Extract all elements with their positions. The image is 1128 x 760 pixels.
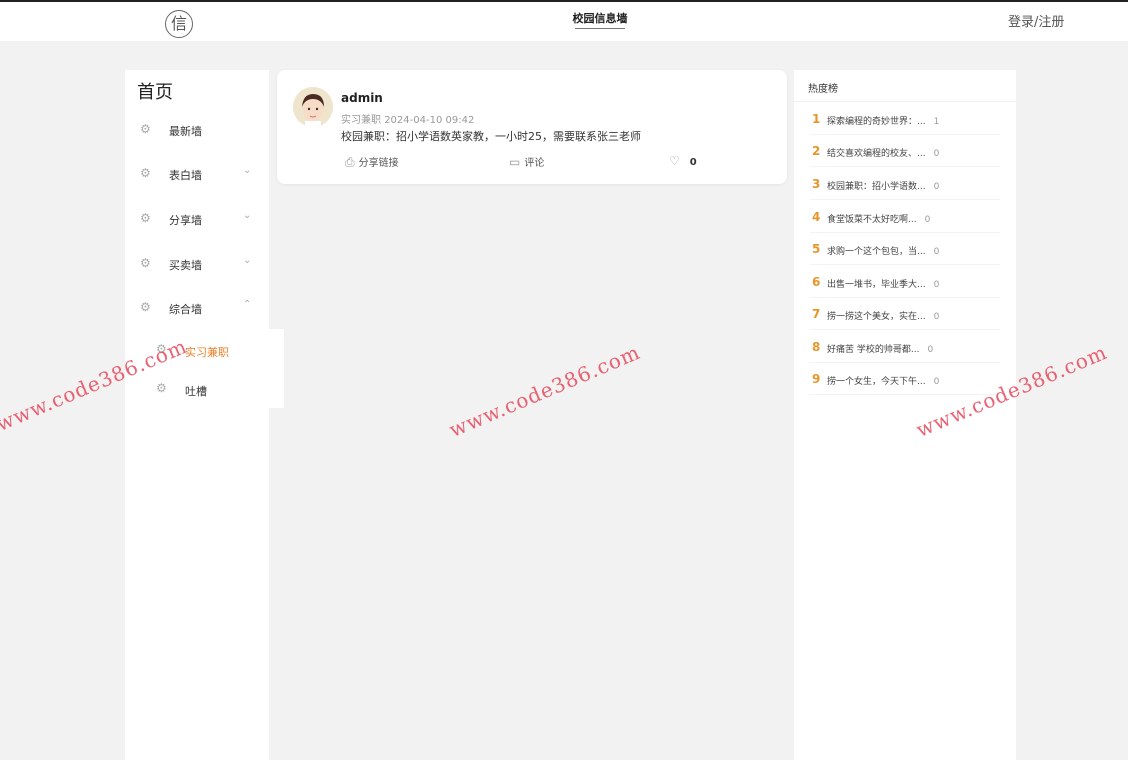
- hot-item-title: 好痛苦 学校的帅哥都...: [827, 345, 920, 355]
- submenu-item-complaints[interactable]: ⚙ 吐槽: [125, 371, 284, 407]
- post-time: 2024-04-10 09:42: [384, 115, 475, 126]
- hot-item[interactable]: 2 结交喜欢编程的校友、... 0: [810, 135, 1000, 167]
- sidebar-item-label: 买卖墙: [169, 259, 202, 272]
- like-count: 0: [689, 157, 697, 168]
- share-label: 分享链接: [358, 158, 399, 169]
- share-icon: ⎙: [345, 155, 355, 169]
- rank-number: 5: [812, 242, 821, 256]
- hot-item-title: 结交喜欢编程的校友、...: [827, 149, 926, 159]
- post-content[interactable]: 校园兼职：招小学语数英家教，一小时25，需要联系张三老师: [341, 128, 641, 144]
- rank-number: 2: [812, 144, 821, 158]
- watermark: www.code386.com: [445, 339, 644, 442]
- hot-item[interactable]: 7 捞一捞这个美女，实在... 0: [810, 298, 1000, 330]
- hot-item-count: 0: [933, 149, 940, 159]
- hot-item-title: 求购一个这个包包，当...: [827, 247, 926, 257]
- site-logo[interactable]: 信: [165, 10, 193, 38]
- submenu-item-label: 吐槽: [185, 385, 207, 398]
- sidebar-item-confession[interactable]: ⚙ 表白墙 ⌄: [125, 159, 269, 189]
- sidebar-item-general[interactable]: ⚙ 综合墙 ⌃: [125, 293, 269, 323]
- gear-icon: ⚙: [140, 122, 151, 136]
- login-register-link[interactable]: 登录/注册: [1008, 11, 1064, 30]
- hot-item-count: 0: [927, 345, 934, 355]
- sidebar-item-label: 表白墙: [169, 169, 202, 182]
- hot-item-title: 探索编程的奇妙世界：...: [827, 117, 926, 127]
- hot-item[interactable]: 4 食堂饭菜不太好吃啊... 0: [810, 201, 1000, 233]
- gear-icon: ⚙: [140, 166, 151, 180]
- rank-number: 8: [812, 340, 821, 354]
- avatar[interactable]: [293, 87, 333, 127]
- sidebar-item-label: 分享墙: [169, 214, 202, 227]
- sidebar-item-label: 最新墙: [169, 125, 202, 138]
- chevron-up-icon: ⌃: [243, 299, 252, 310]
- sidebar-item-share[interactable]: ⚙ 分享墙 ⌄: [125, 204, 269, 234]
- hot-item-title: 出售一堆书，毕业季大...: [827, 280, 926, 290]
- chevron-down-icon: ⌄: [243, 210, 252, 221]
- post-card: admin 实习兼职 2024-04-10 09:42 校园兼职：招小学语数英家…: [277, 70, 787, 184]
- site-title: 校园信息墙: [572, 12, 628, 25]
- sidebar-item-trade[interactable]: ⚙ 买卖墙 ⌄: [125, 249, 269, 279]
- hot-item-title: 食堂饭菜不太好吃啊...: [827, 215, 917, 225]
- gear-icon: ⚙: [140, 211, 151, 225]
- hot-item-title: 捞一个女生，今天下午...: [827, 377, 926, 387]
- comment-icon: ▭: [509, 155, 521, 169]
- rank-number: 9: [812, 372, 821, 386]
- hot-item-title: 捞一捞这个美女，实在...: [827, 312, 926, 322]
- hot-item-count: 0: [933, 280, 940, 290]
- hot-item-count: 0: [933, 377, 940, 387]
- heart-icon: ♡: [669, 154, 680, 168]
- gear-icon: ⚙: [140, 256, 151, 270]
- rank-number: 1: [812, 112, 821, 126]
- sidebar-item-latest[interactable]: ⚙ 最新墙: [125, 115, 269, 145]
- sidebar-item-label: 综合墙: [169, 303, 202, 316]
- hot-item-count: 0: [933, 247, 940, 257]
- sidebar-home[interactable]: 首页: [137, 78, 173, 104]
- share-link-button[interactable]: ⎙ 分享链接: [345, 154, 399, 170]
- submenu-item-label: 实习兼职: [185, 346, 229, 359]
- post-category[interactable]: 实习兼职: [341, 115, 381, 126]
- comment-label: 评论: [524, 158, 545, 169]
- like-button[interactable]: ♡ 0: [669, 154, 697, 168]
- chevron-down-icon: ⌄: [243, 165, 252, 176]
- hot-item-count: 1: [933, 117, 940, 127]
- gear-icon: ⚙: [140, 300, 151, 314]
- comment-button[interactable]: ▭ 评论: [509, 154, 544, 169]
- top-bar: 信 校园信息墙 登录/注册: [0, 0, 1128, 41]
- post-meta: 实习兼职 2024-04-10 09:42: [341, 111, 474, 126]
- rank-number: 6: [812, 275, 821, 289]
- hot-item[interactable]: 9 捞一个女生，今天下午... 0: [810, 363, 1000, 395]
- gear-icon: ⚙: [156, 381, 167, 395]
- hot-item[interactable]: 3 校园兼职：招小学语数... 0: [810, 168, 1000, 200]
- sidebar: 首页 ⚙ 最新墙 ⚙ 表白墙 ⌄ ⚙ 分享墙 ⌄ ⚙ 买卖墙 ⌄ ⚙ 综合墙 ⌃: [125, 70, 269, 760]
- hot-ranking-title: 热度榜: [808, 84, 838, 95]
- rank-number: 3: [812, 177, 821, 191]
- chevron-down-icon: ⌄: [243, 255, 252, 266]
- divider: [794, 101, 1016, 102]
- hot-item[interactable]: 5 求购一个这个包包，当... 0: [810, 233, 1000, 265]
- hot-item-count: 0: [933, 312, 940, 322]
- hot-item-count: 0: [933, 182, 940, 192]
- site-title-underline: [575, 25, 625, 29]
- hot-item[interactable]: 6 出售一堆书，毕业季大... 0: [810, 266, 1000, 298]
- hot-item-title: 校园兼职：招小学语数...: [827, 182, 926, 192]
- rank-number: 7: [812, 307, 821, 321]
- hot-item-count: 0: [924, 215, 931, 225]
- post-username[interactable]: admin: [341, 91, 383, 105]
- rank-number: 4: [812, 210, 821, 224]
- hot-item[interactable]: 8 好痛苦 学校的帅哥都... 0: [810, 331, 1000, 363]
- hot-item[interactable]: 1 探索编程的奇妙世界：... 1: [810, 103, 1000, 135]
